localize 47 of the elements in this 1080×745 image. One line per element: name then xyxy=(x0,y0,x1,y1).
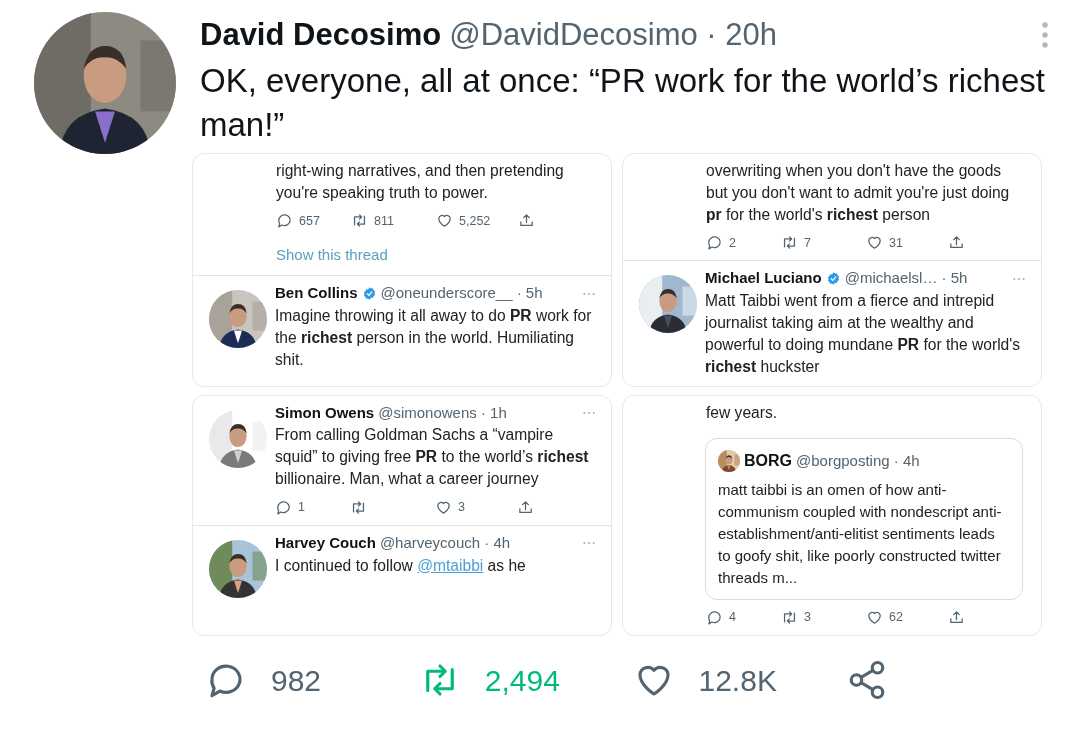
reply-count: 657 xyxy=(299,212,320,230)
retweet-count: 2,494 xyxy=(484,662,560,699)
like-count: 31 xyxy=(889,234,903,252)
tweet-text: overwriting when you don't have the goods but you don't want to admit you're just doing pr for the world's richest person xyxy=(706,160,1011,225)
tweet-text: OK, everyone, all at once: “PR work for the world’s richest man!” xyxy=(200,60,1046,145)
tweet-text: Matt Taibbi went from a fierce and intrepid journalist taking aim at the wealthy and powerful to doing mundane PR for the world's richest huckster xyxy=(705,290,1022,377)
reply-icon[interactable] xyxy=(275,499,292,517)
retweet-icon[interactable] xyxy=(351,212,368,230)
reply-count: 982 xyxy=(271,662,322,699)
author-name[interactable]: Michael Luciano xyxy=(705,267,822,290)
retweet-icon[interactable] xyxy=(781,234,798,252)
tweet-text: few years. xyxy=(706,402,779,423)
author-handle[interactable]: @DavidDecosimo · 20h xyxy=(449,12,778,59)
author-name[interactable]: David Decosimo xyxy=(200,12,442,59)
retweet-count: 7 xyxy=(804,234,811,252)
author-name[interactable]: Ben Collins xyxy=(275,282,358,305)
tweet-text: right-wing narratives, and then pretending you're speaking truth to power. xyxy=(276,160,565,203)
reply-count: 2 xyxy=(729,234,736,252)
author-handle: @michaelsl… · 5h xyxy=(844,268,968,289)
like-icon[interactable] xyxy=(866,234,883,252)
like-count: 3 xyxy=(458,499,465,517)
author-name[interactable]: BORG xyxy=(744,448,792,473)
reply-icon[interactable] xyxy=(706,608,723,626)
share-icon[interactable] xyxy=(948,608,965,626)
author-handle: @borgposting · 4h xyxy=(796,450,920,471)
retweet-count: 811 xyxy=(374,212,394,230)
like-count: 12.8K xyxy=(698,662,777,699)
author-name[interactable]: Harvey Couch xyxy=(275,532,376,555)
reply-count: 1 xyxy=(298,499,305,517)
author-handle: @simonowens · 1h xyxy=(378,402,507,423)
tweet-text: matt taibbi is an omen of how anti-communism coupled with nondescript anti-establishment/anti-elitist sentiments leads to goofy shit, like poorly constructed twitter threads m... xyxy=(718,479,1003,588)
like-count: 62 xyxy=(889,608,903,626)
like-icon[interactable] xyxy=(436,212,453,230)
author-name[interactable]: Simon Owens xyxy=(275,401,375,425)
reply-icon[interactable] xyxy=(276,212,293,230)
like-count: 5,252 xyxy=(459,212,491,230)
retweet-count: 3 xyxy=(804,608,811,626)
tweet-text: I continued to follow @mtaibbi as he xyxy=(275,555,527,576)
tweet-text: Imagine throwing it all away to do PR work for the richest person in the world. Humiliating shit. xyxy=(275,305,593,370)
retweet-icon[interactable] xyxy=(350,499,367,517)
author-handle: @harveycouch · 4h xyxy=(379,533,511,553)
tweet-text: From calling Goldman Sachs a “vampire squid” to giving free PR to the world’s richest billionaire. Man, what a career journey xyxy=(275,425,590,490)
retweet-icon[interactable] xyxy=(781,608,798,626)
reply-icon[interactable] xyxy=(706,234,723,252)
like-icon[interactable] xyxy=(435,499,452,517)
author-handle: @oneunderscore__ · 5h xyxy=(380,283,543,304)
reply-count: 4 xyxy=(729,608,736,626)
